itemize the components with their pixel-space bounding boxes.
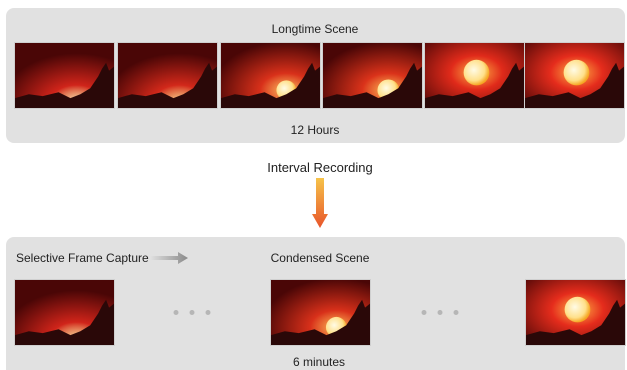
sunrise-image	[323, 43, 422, 108]
sun	[463, 59, 490, 86]
sunrise-image	[15, 280, 114, 345]
capture-arrow-icon	[150, 252, 188, 264]
condensed-scene-title: Condensed Scene	[270, 251, 370, 265]
longtime-frame	[220, 42, 321, 109]
selective-frame-capture-label: Selective Frame Capture	[16, 251, 149, 265]
longtime-scene-title: Longtime Scene	[271, 22, 359, 36]
dot	[173, 310, 179, 315]
sunrise-image	[118, 43, 217, 108]
sunrise-image	[526, 280, 625, 345]
dot	[421, 310, 427, 315]
sunrise-image	[425, 43, 524, 108]
ellipsis-dots	[173, 310, 211, 315]
condensed-frame	[14, 279, 115, 346]
dot	[205, 310, 211, 315]
sunrise-image	[271, 280, 370, 345]
longtime-frame	[322, 42, 423, 109]
sunrise-image	[15, 43, 114, 108]
sunrise-image	[221, 43, 320, 108]
down-arrow-icon	[312, 178, 328, 228]
interval-recording-label: Interval Recording	[267, 160, 373, 175]
longtime-frame	[14, 42, 115, 109]
interval-recording-diagram: Longtime Scene 12 Hours Interval Recordi…	[0, 0, 627, 370]
dot	[189, 310, 195, 315]
dot	[437, 310, 443, 315]
longtime-frame	[424, 42, 525, 109]
longtime-duration: 12 Hours	[290, 123, 340, 137]
sun	[564, 296, 591, 323]
dot	[453, 310, 459, 315]
condensed-frame	[525, 279, 626, 346]
sun	[563, 59, 590, 86]
condensed-duration: 6 minutes	[292, 355, 346, 369]
longtime-frame	[524, 42, 625, 109]
longtime-frame	[117, 42, 218, 109]
sunrise-image	[525, 43, 624, 108]
ellipsis-dots	[421, 310, 459, 315]
condensed-frame	[270, 279, 371, 346]
